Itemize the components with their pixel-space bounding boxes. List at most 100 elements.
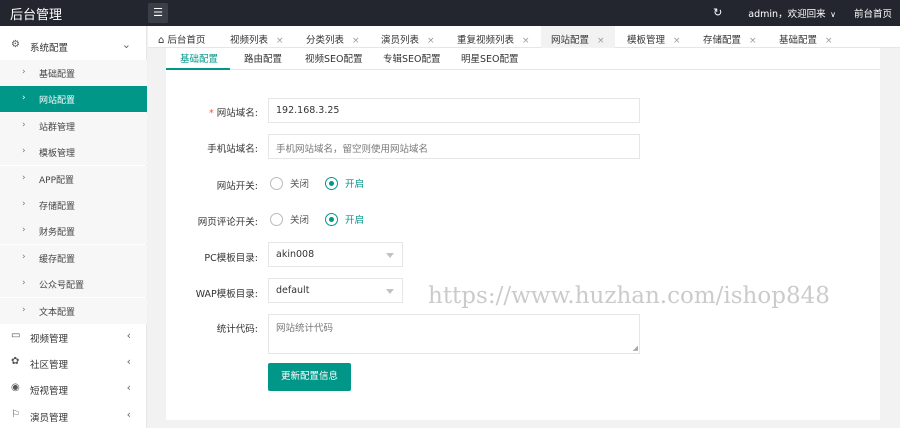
wap-template-label: WAP模板目录: xyxy=(195,289,258,300)
mobile-domain-input[interactable]: 手机网站域名，留空则使用网站域名 xyxy=(268,134,640,159)
top-bar: 后台管理 ☰ ↻ admin，欢迎回来 ∨ 前台首页 xyxy=(0,0,900,26)
chevron-right-icon: › xyxy=(22,173,26,183)
sidebar-item-label: APP配置 xyxy=(39,176,75,186)
sidebar-group-actors[interactable]: ⚐ 演员管理 ‹ xyxy=(0,403,147,428)
chevron-right-icon: › xyxy=(22,199,26,209)
update-config-button[interactable]: 更新配置信息 xyxy=(268,363,351,391)
chevron-left-icon: ‹ xyxy=(126,381,131,394)
sidebar-group-video[interactable]: ▭ 视频管理 ‹ xyxy=(0,324,147,350)
sidebar-item-app[interactable]: › APP配置 xyxy=(0,166,147,192)
sidebar-item-sitegroup[interactable]: › 站群管理 xyxy=(0,113,147,139)
chevron-right-icon: › xyxy=(22,120,26,130)
tab-label: 存储配置 xyxy=(703,35,742,46)
site-switch-on-radio[interactable]: 开启 xyxy=(325,176,364,190)
radio-circle xyxy=(325,176,338,190)
chevron-right-icon: › xyxy=(22,252,26,262)
textarea-placeholder: 网站统计代码 xyxy=(276,323,334,334)
sidebar-item-cache[interactable]: › 缓存配置 xyxy=(0,245,147,271)
comment-switch-label: 网页评论开关: xyxy=(197,217,258,228)
select-value: default xyxy=(276,285,310,296)
tab-label: 分类列表 xyxy=(306,35,345,46)
sidebar-item-template[interactable]: › 模板管理 xyxy=(0,139,147,165)
refresh-icon[interactable]: ↻ xyxy=(713,7,722,19)
chevron-left-icon: ‹ xyxy=(126,329,131,342)
close-icon[interactable]: × xyxy=(352,36,360,46)
sidebar-item-wechat[interactable]: › 公众号配置 xyxy=(0,271,147,297)
sidebar-group-label: 短视管理 xyxy=(30,386,69,397)
close-icon[interactable]: × xyxy=(522,36,530,46)
sidebar-group-label: 社区管理 xyxy=(30,360,69,371)
content-panel: 基础配置 路由配置 视频SEO配置 专辑SEO配置 明星SEO配置 * 网站域名:… xyxy=(166,48,880,420)
home-icon: ⌂ xyxy=(158,35,165,46)
mobile-domain-label: 手机站域名: xyxy=(207,144,258,155)
user-greeting: admin，欢迎回来 xyxy=(748,9,826,20)
tab-video-list[interactable]: 视频列表 × xyxy=(230,26,284,48)
chevron-right-icon: › xyxy=(22,67,26,77)
close-icon[interactable]: × xyxy=(825,36,833,46)
pc-template-select[interactable]: akin008 xyxy=(268,242,403,267)
subtab-album-seo[interactable]: 专辑SEO配置 xyxy=(383,51,441,65)
subtab-route[interactable]: 路由配置 xyxy=(244,51,282,65)
tab-label: 基础配置 xyxy=(779,35,818,46)
chevron-right-icon: › xyxy=(22,278,26,288)
radio-circle xyxy=(270,212,283,226)
site-switch-off-radio[interactable]: 关闭 xyxy=(270,176,309,190)
dropdown-arrow-icon xyxy=(386,253,394,258)
close-icon[interactable]: × xyxy=(427,36,435,46)
sidebar-item-website[interactable]: › 网站配置 xyxy=(0,86,147,112)
site-switch-label: 网站开关: xyxy=(216,181,258,192)
subtab-video-seo[interactable]: 视频SEO配置 xyxy=(305,51,363,65)
close-icon[interactable]: × xyxy=(749,36,757,46)
sidebar-group-short-video[interactable]: ◉ 短视管理 ‹ xyxy=(0,376,147,402)
sidebar-item-label: 公众号配置 xyxy=(39,281,85,291)
comment-switch-off-radio[interactable]: 关闭 xyxy=(270,212,309,226)
sidebar-item-storage[interactable]: › 存储配置 xyxy=(0,192,147,218)
menu-toggle-icon[interactable]: ☰ xyxy=(148,3,168,23)
stats-code-textarea[interactable]: 网站统计代码 ◢ xyxy=(268,314,640,354)
subtab-star-seo[interactable]: 明星SEO配置 xyxy=(461,51,519,65)
chevron-left-icon: ‹ xyxy=(126,408,131,421)
front-page-link[interactable]: 前台首页 xyxy=(854,6,892,20)
domain-label-text: 网站域名: xyxy=(216,108,258,119)
tab-duplicate-video-list[interactable]: 重复视频列表 × xyxy=(457,26,530,48)
subtab-basic[interactable]: 基础配置 xyxy=(180,51,218,65)
close-icon[interactable]: × xyxy=(597,36,605,46)
sidebar-group-label: 系统配置 xyxy=(30,43,69,54)
dropdown-arrow-icon xyxy=(386,289,394,294)
sidebar-item-finance[interactable]: › 财务配置 xyxy=(0,218,147,244)
tab-label: 模板管理 xyxy=(627,35,666,46)
sidebar-item-text[interactable]: › 文本配置 xyxy=(0,298,147,324)
stats-code-label: 统计代码: xyxy=(216,324,258,335)
sidebar-item-basic[interactable]: › 基础配置 xyxy=(0,60,147,86)
tab-storage-config[interactable]: 存储配置 × xyxy=(703,26,757,48)
chevron-right-icon: › xyxy=(22,93,26,103)
tab-website-config[interactable]: 网站配置 × xyxy=(541,26,615,48)
user-menu[interactable]: admin，欢迎回来 ∨ xyxy=(748,6,836,20)
radio-circle xyxy=(325,212,338,226)
flag-icon: ⚐ xyxy=(11,409,20,420)
sidebar-group-community[interactable]: ✿ 社区管理 ‹ xyxy=(0,350,147,376)
tab-actor-list[interactable]: 演员列表 × xyxy=(381,26,435,48)
tab-template-manage[interactable]: 模板管理 × xyxy=(627,26,681,48)
tab-home[interactable]: ⌂ 后台首页 xyxy=(158,26,205,48)
comment-switch-on-radio[interactable]: 开启 xyxy=(325,212,364,226)
tab-label: 演员列表 xyxy=(381,35,420,46)
close-icon[interactable]: × xyxy=(276,36,284,46)
sidebar-item-label: 站群管理 xyxy=(39,123,76,133)
wap-template-select[interactable]: default xyxy=(268,278,403,303)
top-right-nav: ↻ admin，欢迎回来 ∨ 前台首页 xyxy=(713,6,892,21)
tab-label: 视频列表 xyxy=(230,35,269,46)
chevron-left-icon: ‹ xyxy=(126,355,131,368)
chevron-right-icon: › xyxy=(22,225,26,235)
tab-category-list[interactable]: 分类列表 × xyxy=(306,26,360,48)
sidebar: ⚙ 系统配置 ⌄ › 基础配置 › 网站配置 › 站群管理 › 模板管理 › APP配置 … xyxy=(0,26,147,428)
sidebar-group-system[interactable]: ⚙ 系统配置 ⌄ xyxy=(0,33,147,59)
domain-input[interactable]: 192.168.3.25 xyxy=(268,98,640,123)
community-icon: ✿ xyxy=(11,356,20,367)
tab-basic-config[interactable]: 基础配置 × xyxy=(779,26,833,48)
pc-template-label: PC模板目录: xyxy=(204,253,258,264)
tab-label: 重复视频列表 xyxy=(457,35,515,46)
radio-label: 关闭 xyxy=(290,215,310,226)
close-icon[interactable]: × xyxy=(673,36,681,46)
resize-handle-icon[interactable]: ◢ xyxy=(633,345,638,352)
